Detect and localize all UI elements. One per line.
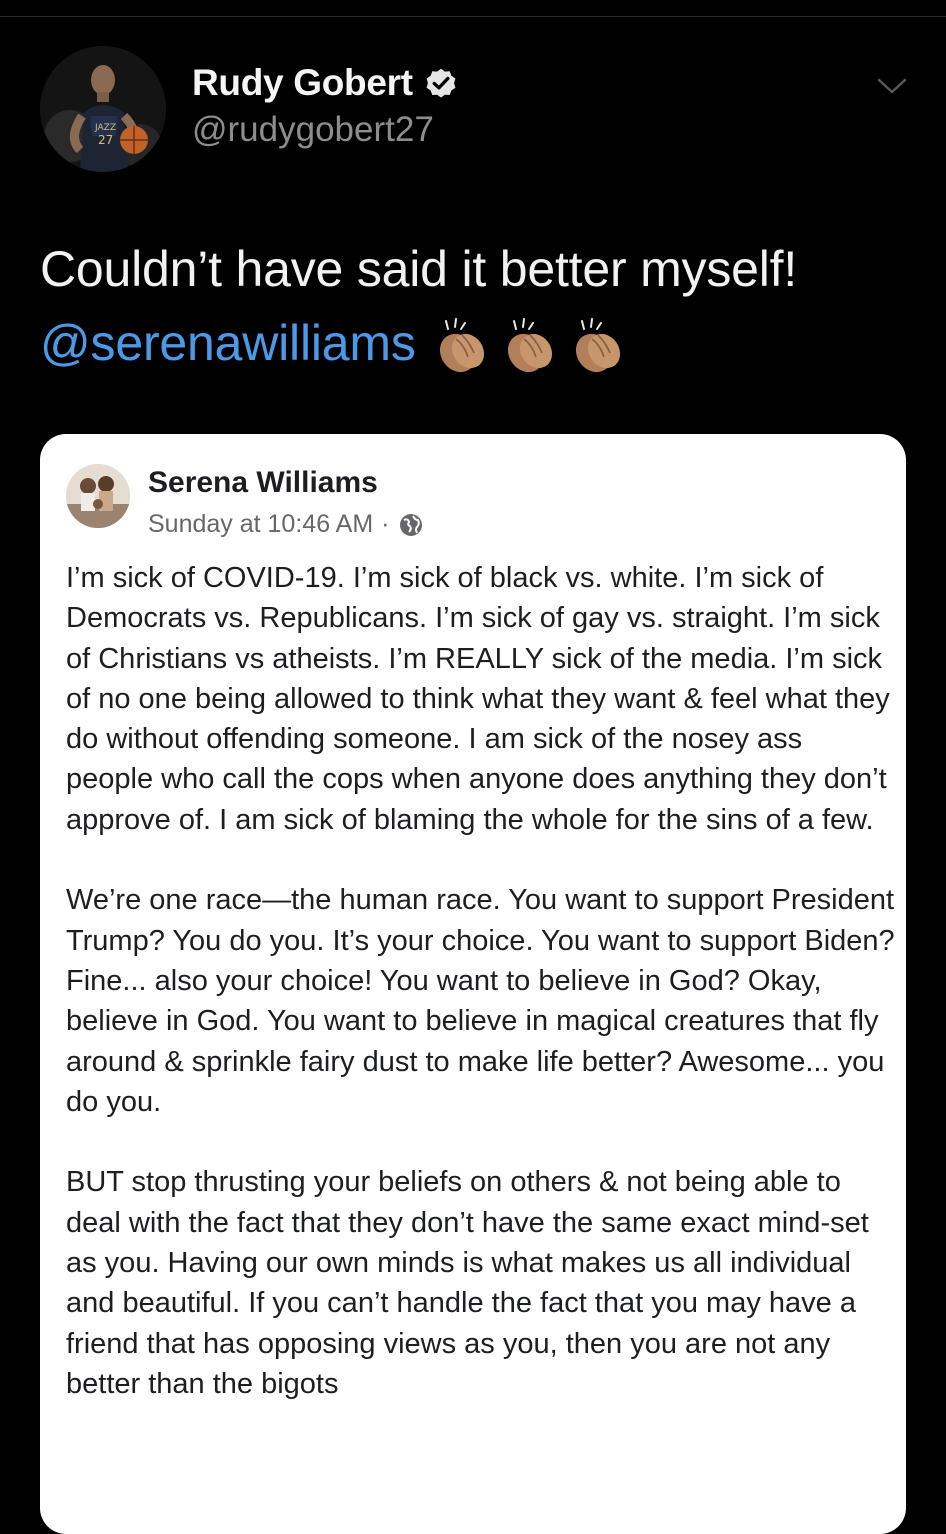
verified-badge-icon xyxy=(426,68,456,98)
user-handle[interactable]: @rudygobert27 xyxy=(192,110,434,150)
post-paragraph: BUT stop thrusting your beliefs on other… xyxy=(66,1166,869,1400)
chevron-down-icon[interactable] xyxy=(876,76,908,96)
post-author-avatar[interactable] xyxy=(66,464,130,528)
post-timestamp[interactable]: Sunday at 10:46 AM xyxy=(148,510,373,539)
post-paragraph: I’m sick of COVID-19. I’m sick of black … xyxy=(66,562,890,836)
clapping-hands-icon xyxy=(575,317,620,372)
mention-link[interactable]: @serenawilliams xyxy=(40,315,416,371)
post-author-name[interactable]: Serena Williams xyxy=(148,466,378,500)
display-name-row[interactable]: Rudy Gobert xyxy=(192,62,459,104)
meta-separator: · xyxy=(381,510,390,538)
clapping-hands-icon xyxy=(439,317,484,372)
top-divider xyxy=(0,16,946,17)
post-paragraph: We’re one race—the human race. You want … xyxy=(66,884,895,1118)
svg-text:JAZZ: JAZZ xyxy=(94,123,116,133)
tweet-text-line: Couldn’t have said it better myself! xyxy=(40,241,798,297)
globe-icon xyxy=(399,513,422,536)
profile-avatar[interactable]: JAZZ 27 xyxy=(40,46,166,172)
post-meta: Sunday at 10:46 AM · xyxy=(148,510,424,539)
display-name[interactable]: Rudy Gobert xyxy=(192,62,413,104)
post-body: I’m sick of COVID-19. I’m sick of black … xyxy=(66,558,896,1445)
svg-text:27: 27 xyxy=(98,133,113,147)
tweet-mention-line: @serenawilliams xyxy=(40,306,920,380)
clapping-hands-icon xyxy=(507,317,552,372)
clap-emoji-row xyxy=(430,317,630,377)
tweet-body: Couldn’t have said it better myself! @se… xyxy=(40,232,920,380)
embedded-post-card[interactable]: Serena Williams Sunday at 10:46 AM · I’m… xyxy=(40,434,906,1534)
